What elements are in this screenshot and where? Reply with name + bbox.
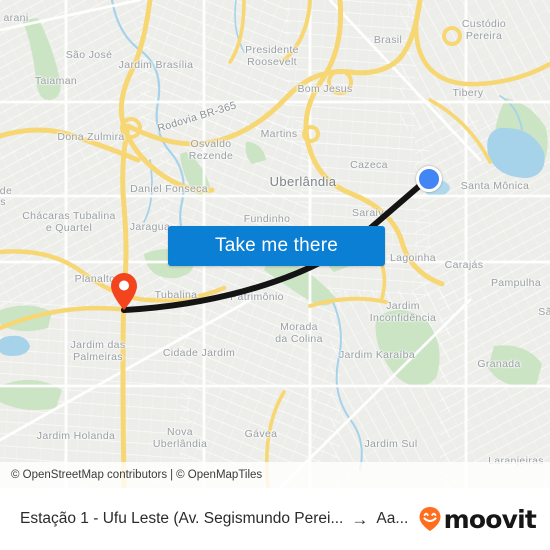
trip-destination-label: Aa...: [376, 510, 409, 527]
moovit-logo: moovit: [418, 504, 537, 534]
attribution-separator: |: [170, 469, 174, 481]
attribution-osm-link[interactable]: © OpenStreetMap contributors: [11, 469, 167, 481]
map-viewport[interactable]: arani São José Jardim Brasília Presidente R…: [0, 0, 550, 488]
attribution-tiles-link[interactable]: © OpenMapTiles: [176, 469, 262, 481]
trip-origin-label: Estação 1 - Ufu Leste (Av. Segismundo Pe…: [20, 510, 344, 527]
origin-map-pin-icon[interactable]: [110, 272, 138, 311]
trip-footer-bar: Estação 1 - Ufu Leste (Av. Segismundo Pe…: [0, 488, 550, 550]
trip-title: Estação 1 - Ufu Leste (Av. Segismundo Pe…: [20, 510, 408, 528]
arrow-right-icon: →: [351, 510, 369, 528]
moovit-trip-map-screen: arani São José Jardim Brasília Presidente R…: [0, 0, 550, 550]
moovit-wordmark: moovit: [443, 504, 537, 534]
take-me-there-button[interactable]: Take me there: [168, 226, 385, 266]
map-attribution: © OpenStreetMap contributors | © OpenMapTi…: [0, 462, 550, 488]
moovit-pin-smile-icon: [419, 507, 441, 531]
destination-circle-dot-icon[interactable]: [416, 166, 442, 192]
